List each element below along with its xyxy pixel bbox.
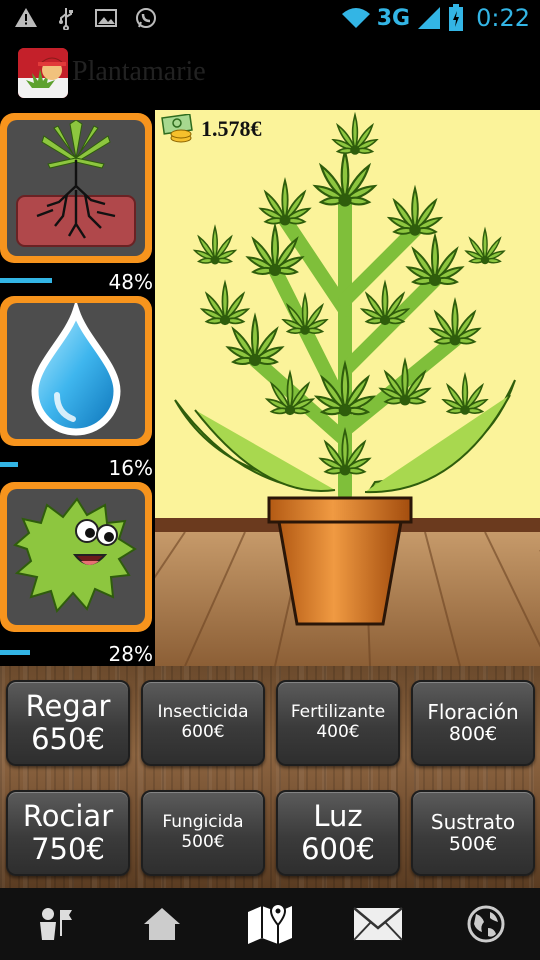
- roots-icon: [16, 120, 136, 247]
- clock: 0:22: [476, 4, 530, 32]
- fertilizer-button[interactable]: Fertilizante 400€: [276, 680, 400, 766]
- mail-icon: [353, 907, 403, 941]
- pest-gauge-card[interactable]: [0, 482, 152, 632]
- money-amount: 1.578€: [201, 116, 262, 141]
- water-drop-icon: [31, 303, 121, 436]
- plant-scene[interactable]: 1.578€: [155, 110, 540, 666]
- button-label: Sustrato: [430, 809, 516, 834]
- nav-mail[interactable]: [348, 894, 408, 954]
- home-icon: [144, 908, 180, 940]
- nav-world[interactable]: [456, 894, 516, 954]
- water-button[interactable]: Regar 650€: [6, 680, 130, 766]
- pest-gauge-percent: 28%: [108, 642, 153, 666]
- button-label: Rociar: [22, 798, 114, 833]
- nav-character[interactable]: [24, 894, 84, 954]
- button-label: Regar: [25, 688, 111, 723]
- button-price: 650€: [31, 722, 105, 756]
- wifi-icon: [341, 8, 370, 28]
- whatsapp-icon: [136, 8, 156, 28]
- image-icon: [95, 9, 117, 27]
- button-price: 600€: [301, 832, 375, 866]
- button-label: Floración: [427, 699, 519, 724]
- light-button[interactable]: Luz 600€: [276, 790, 400, 876]
- spray-button[interactable]: Rociar 750€: [6, 790, 130, 876]
- water-gauge-percent: 16%: [108, 456, 153, 480]
- roots-gauge-bar: [0, 278, 52, 283]
- nav-map[interactable]: [240, 894, 300, 954]
- pest-gauge-bar: [0, 650, 30, 655]
- button-label: Insecticida: [157, 702, 249, 723]
- button-price: 400€: [316, 722, 360, 742]
- button-price: 800€: [448, 722, 498, 745]
- money-icon: [161, 114, 193, 143]
- nav-home[interactable]: [132, 894, 192, 954]
- fungicide-button[interactable]: Fungicida 500€: [141, 790, 265, 876]
- button-label: Fertilizante: [290, 702, 386, 723]
- battery-icon: [449, 4, 464, 31]
- button-price: 500€: [448, 832, 498, 855]
- button-price: 750€: [31, 832, 105, 866]
- insecticide-button[interactable]: Insecticida 600€: [141, 680, 265, 766]
- roots-gauge-percent: 48%: [108, 270, 153, 294]
- warning-icon: [15, 8, 37, 27]
- button-label: Fungicida: [162, 812, 244, 833]
- bottom-nav: [0, 888, 540, 960]
- button-price: 600€: [181, 722, 225, 742]
- map-icon: [248, 902, 292, 944]
- character-icon: [40, 908, 72, 940]
- substrate-button[interactable]: Sustrato 500€: [411, 790, 535, 876]
- water-gauge-card[interactable]: [0, 296, 152, 446]
- button-price: 500€: [181, 832, 225, 852]
- roots-gauge-card[interactable]: [0, 113, 152, 263]
- signal-icon: [418, 7, 441, 29]
- usb-icon: [59, 8, 73, 30]
- bud-character-icon: [13, 497, 137, 614]
- flowering-button[interactable]: Floración 800€: [411, 680, 535, 766]
- app-logo[interactable]: [18, 48, 68, 98]
- money-display: 1.578€: [161, 114, 262, 144]
- gauge-panel: 48% 16% 28%: [0, 110, 155, 666]
- globe-icon: [467, 905, 505, 943]
- action-bar: Plantamarie: [0, 38, 540, 110]
- status-bar: 3G 0:22: [0, 0, 540, 38]
- water-gauge-bar: [0, 462, 18, 467]
- button-label: Luz: [313, 798, 363, 833]
- shop-panel: Regar 650€ Insecticida 600€ Fertilizante…: [0, 666, 540, 888]
- flower-pot: [267, 496, 413, 626]
- app-title: Plantamarie: [72, 56, 206, 87]
- network-type: 3G: [376, 5, 411, 31]
